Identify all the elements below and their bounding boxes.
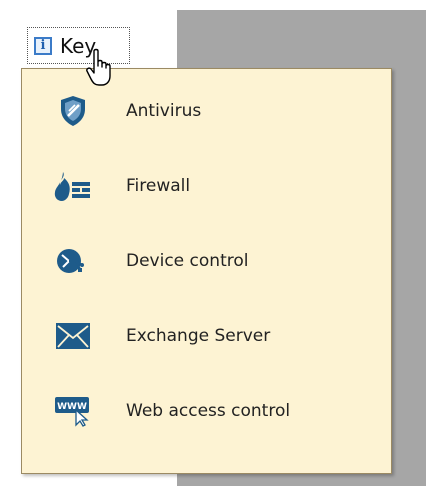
key-legend-popup: Antivirus Firewall Device control Exchan… [21,68,392,474]
antivirus-shield-icon [53,91,93,131]
hand-cursor-icon [86,48,111,86]
legend-item-label: Antivirus [126,101,202,121]
device-control-icon [53,241,93,281]
legend-item-web-access-control: WWW Web access control [22,391,391,431]
key-button[interactable]: i Key [27,27,130,64]
legend-item-firewall: Firewall [22,166,391,206]
envelope-icon [53,316,93,356]
legend-item-device-control: Device control [22,241,391,281]
legend-item-label: Firewall [126,176,191,196]
web-access-icon: WWW [53,391,93,431]
svg-text:WWW: WWW [57,402,87,412]
legend-item-exchange-server: Exchange Server [22,316,391,356]
legend-item-label: Exchange Server [126,326,271,346]
info-icon: i [34,36,52,55]
legend-item-antivirus: Antivirus [22,91,391,131]
legend-item-label: Device control [126,251,249,271]
legend-item-label: Web access control [126,401,291,421]
firewall-icon [53,166,93,206]
